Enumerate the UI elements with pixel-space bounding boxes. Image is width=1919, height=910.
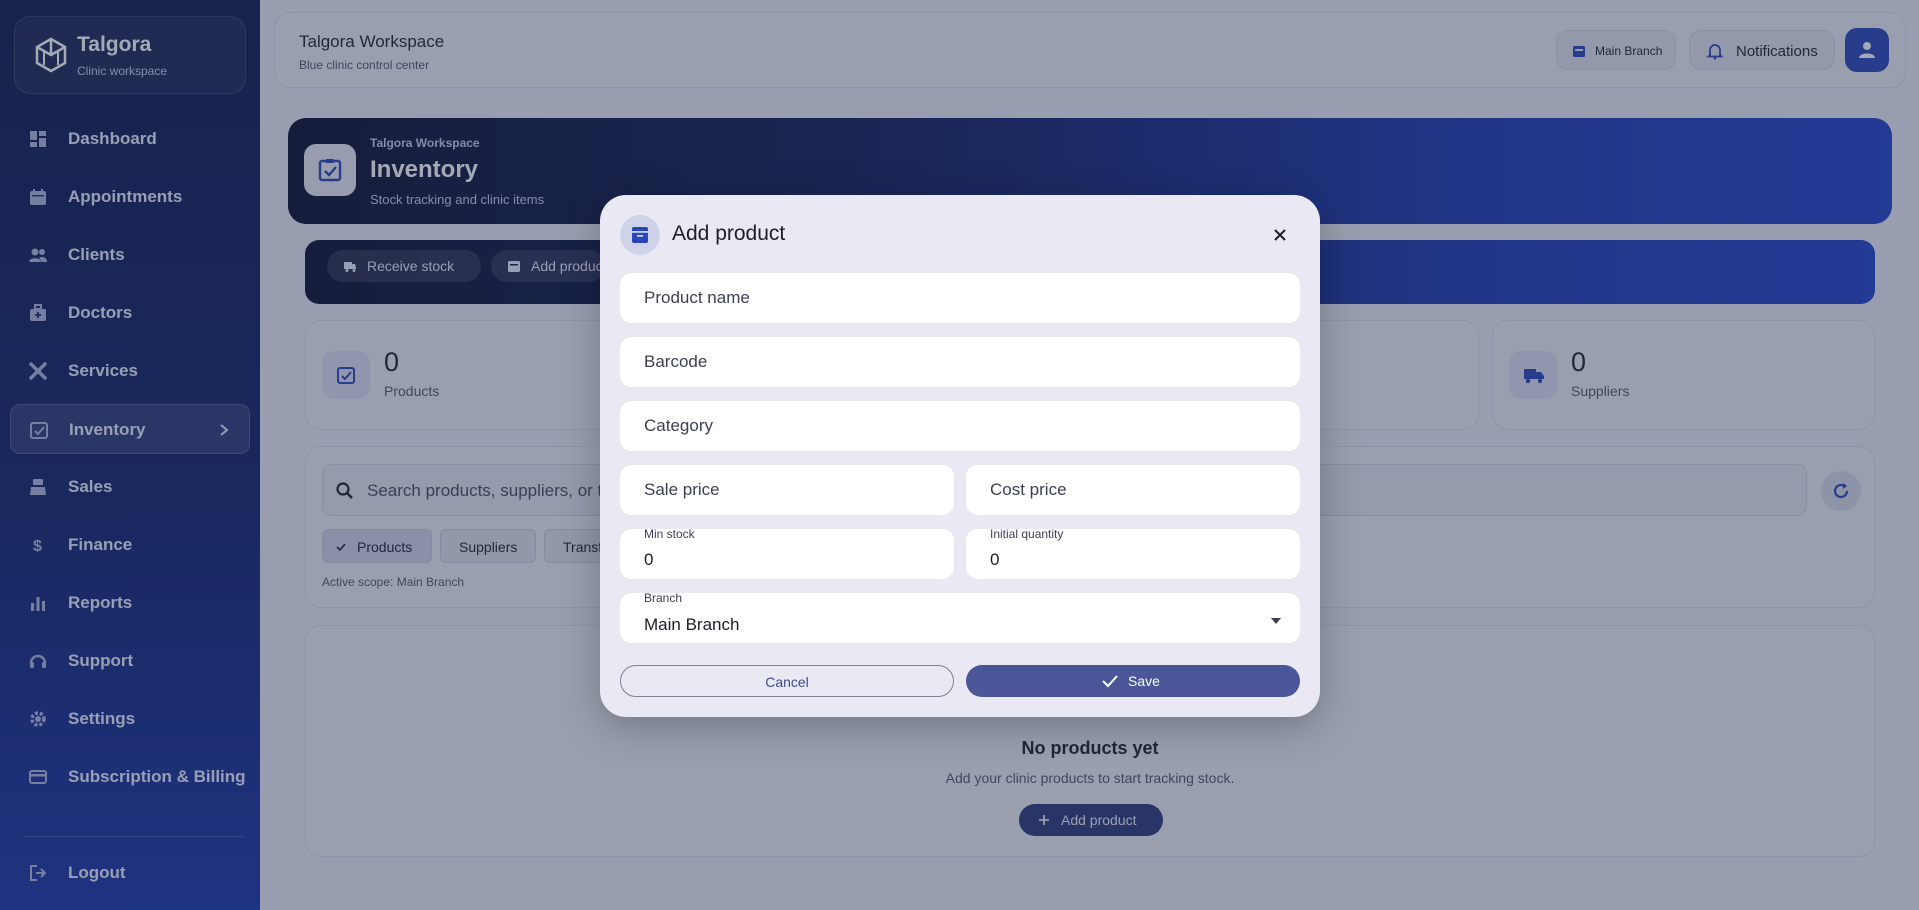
caret-down-icon — [1271, 618, 1281, 624]
sale-price-input[interactable] — [644, 465, 930, 515]
barcode-field[interactable] — [620, 337, 1300, 387]
check-icon — [1102, 675, 1118, 688]
save-label: Save — [1128, 673, 1160, 689]
cost-price-input[interactable] — [990, 465, 1276, 515]
min-stock-input[interactable] — [644, 541, 930, 579]
initial-quantity-input[interactable] — [990, 541, 1276, 579]
close-icon — [1274, 229, 1286, 241]
dialog-title: Add product — [672, 222, 786, 245]
box-icon — [632, 227, 648, 243]
category-field[interactable] — [620, 401, 1300, 451]
barcode-input[interactable] — [644, 337, 1276, 387]
cost-price-field[interactable] — [966, 465, 1300, 515]
branch-field-label: Branch — [644, 591, 683, 605]
initial-quantity-field[interactable]: Initial quantity — [966, 527, 1300, 579]
add-product-dialog: Add product Min stock Initial quantity B… — [600, 195, 1320, 717]
min-stock-field[interactable]: Min stock — [620, 527, 954, 579]
sale-price-field[interactable] — [620, 465, 954, 515]
close-button[interactable] — [1266, 221, 1294, 249]
dialog-icon-box — [620, 215, 660, 255]
branch-select-value: Main Branch — [644, 615, 740, 634]
initial-quantity-label: Initial quantity — [990, 527, 1064, 541]
save-button[interactable]: Save — [966, 665, 1300, 697]
category-input[interactable] — [644, 401, 1276, 451]
cancel-button[interactable]: Cancel — [620, 665, 954, 697]
product-name-field[interactable] — [620, 273, 1300, 323]
product-name-input[interactable] — [644, 273, 1276, 323]
min-stock-label: Min stock — [644, 527, 695, 541]
branch-select[interactable]: Branch Main Branch — [620, 591, 1300, 643]
cancel-label: Cancel — [765, 674, 809, 690]
